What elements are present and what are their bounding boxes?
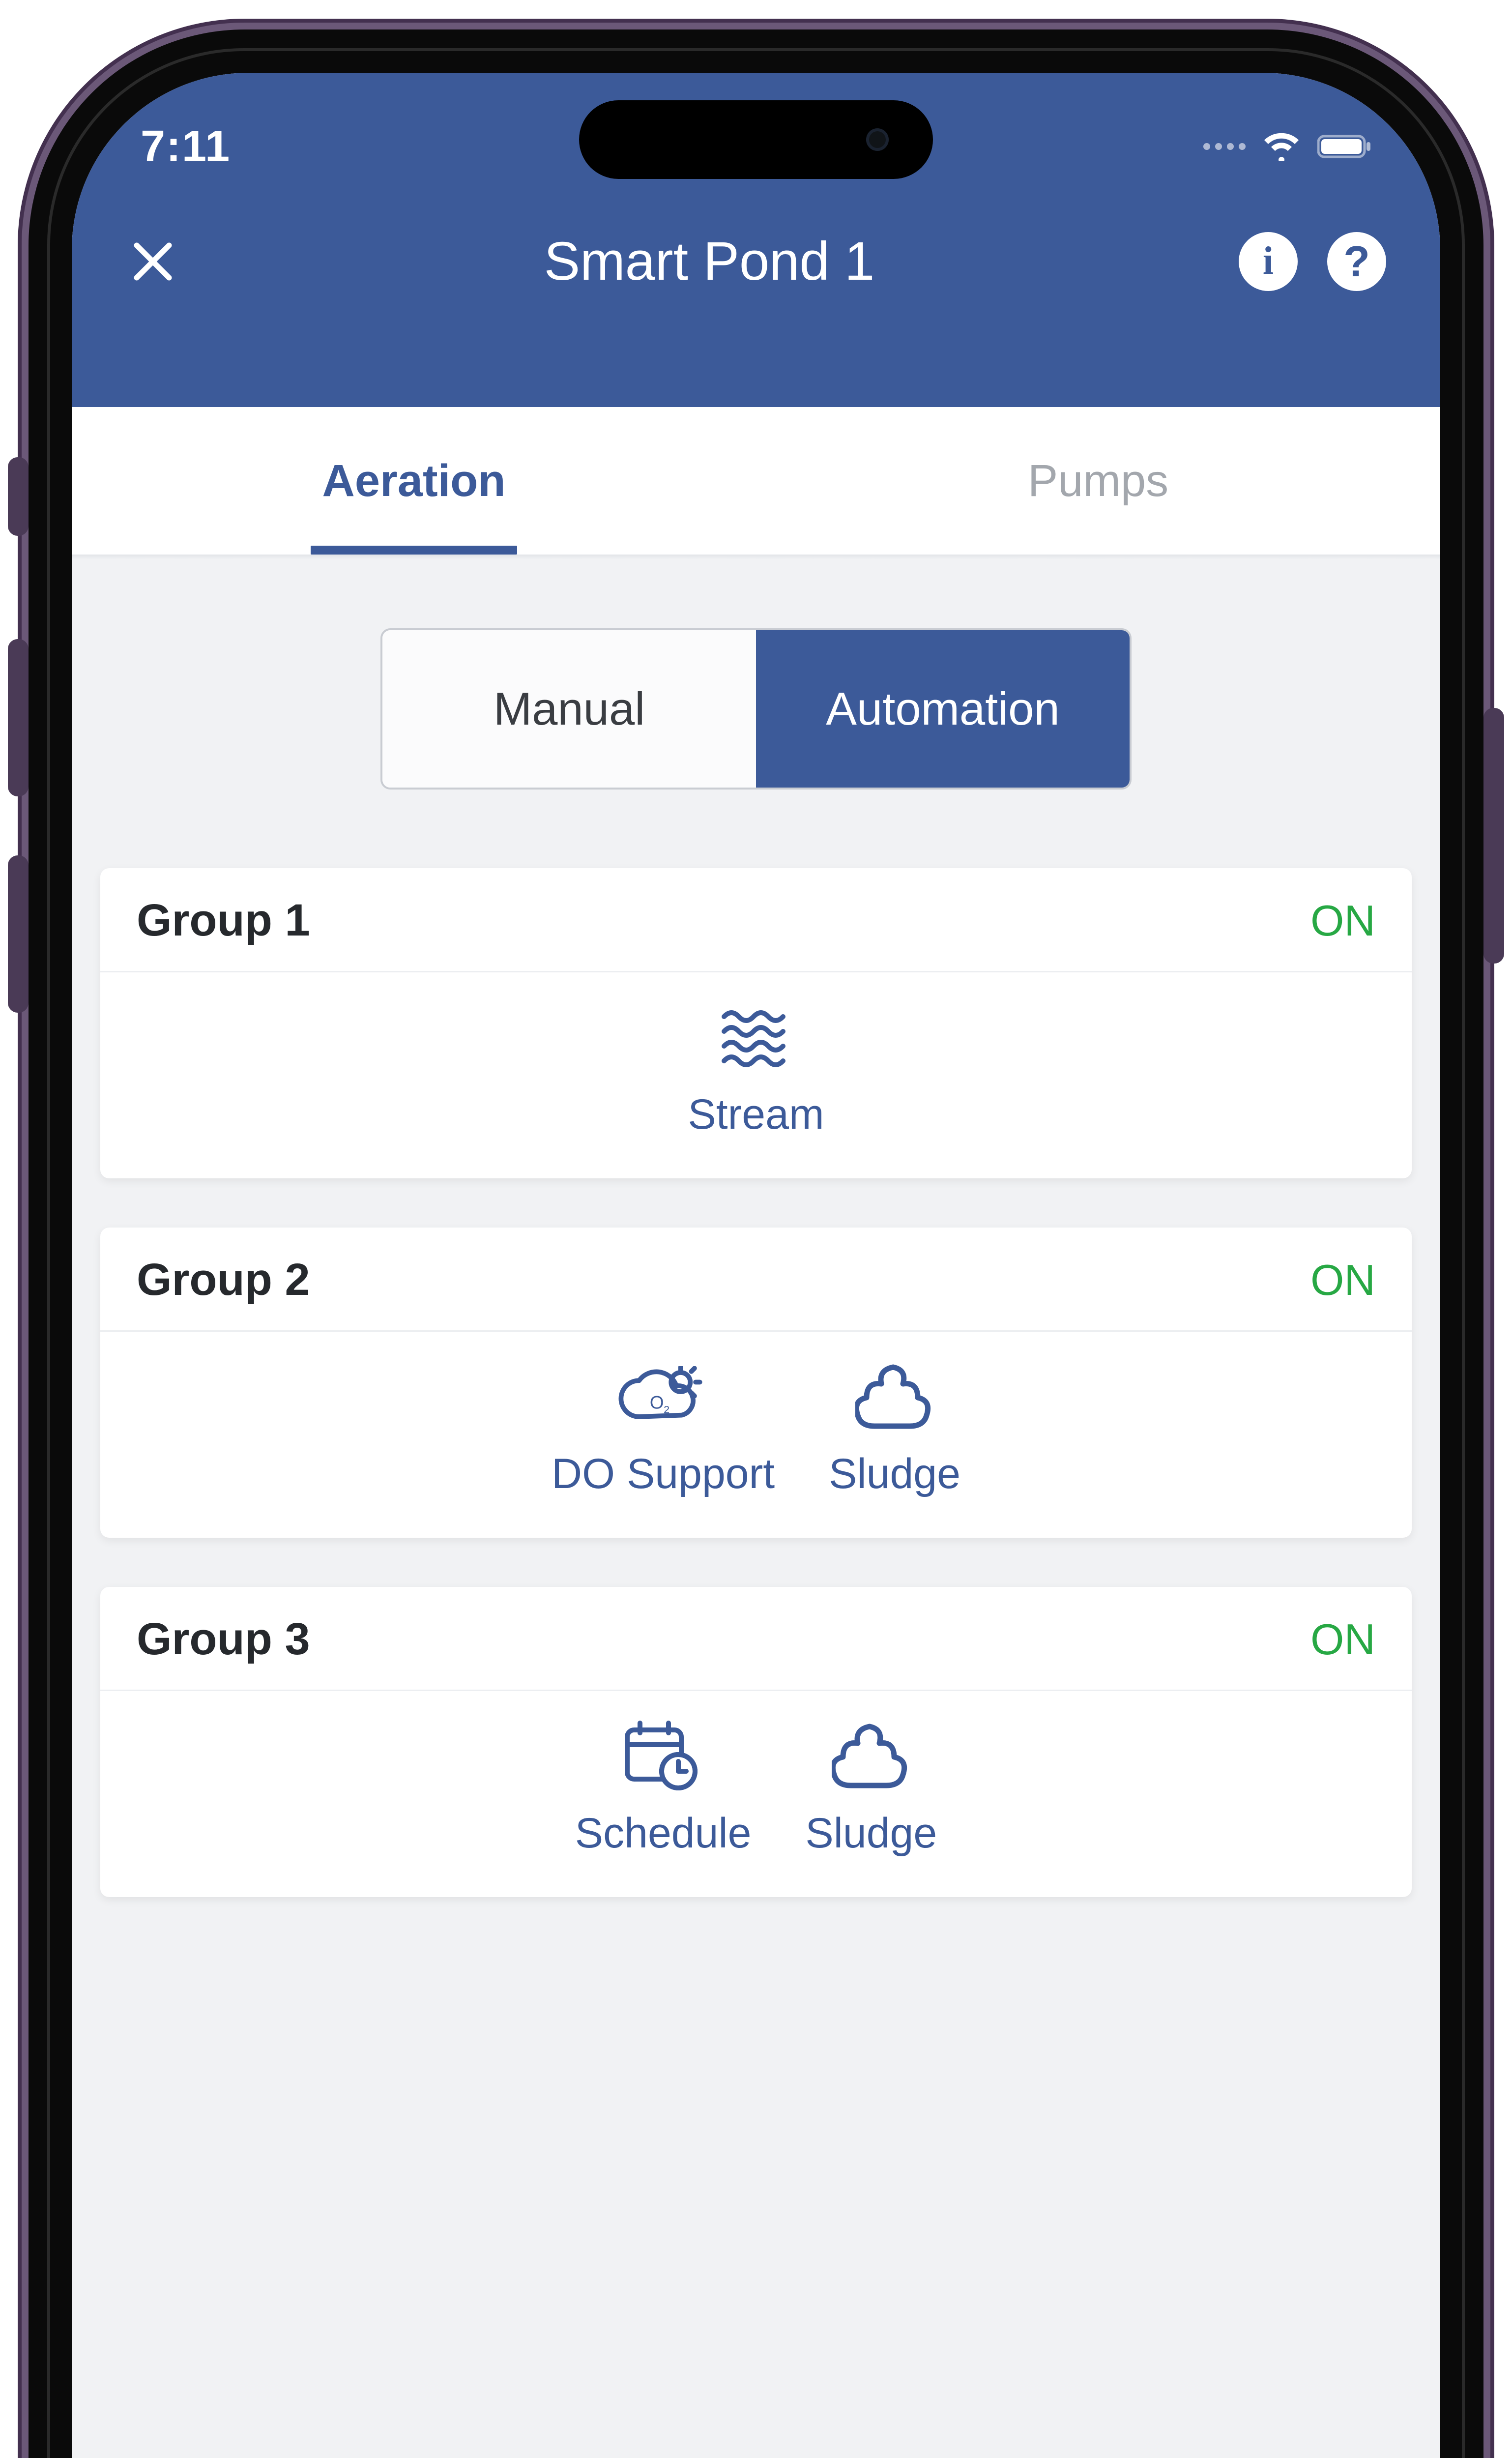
wifi-icon (1262, 132, 1301, 161)
side-button (8, 457, 29, 536)
tab-aeration[interactable]: Aeration (72, 407, 756, 555)
group-status: ON (1310, 1614, 1375, 1665)
feature-label: Sludge (829, 1450, 960, 1498)
group-name: Group 3 (137, 1613, 310, 1665)
feature-label: Schedule (575, 1809, 752, 1858)
side-button (8, 639, 29, 796)
sludge-icon (832, 1721, 910, 1794)
stream-icon (709, 1002, 803, 1076)
clock: 7:11 (141, 121, 231, 172)
feature-do-support[interactable]: DO Support (552, 1361, 775, 1498)
dynamic-island (579, 100, 933, 179)
side-button (1483, 708, 1504, 964)
tab-pumps[interactable]: Pumps (756, 407, 1440, 555)
group-card[interactable]: Group 1 ON Stream (100, 868, 1412, 1178)
feature-schedule[interactable]: Schedule (575, 1721, 752, 1858)
page-title: Smart Pond 1 (544, 230, 875, 293)
side-button (8, 855, 29, 1013)
battery-icon (1317, 133, 1371, 160)
cellular-icon (1203, 143, 1246, 150)
feature-sludge[interactable]: Sludge (805, 1721, 937, 1858)
group-card[interactable]: Group 2 ON DO Support (100, 1228, 1412, 1538)
phone-frame: 7:11 Smart Pond 1 (29, 29, 1483, 2458)
feature-sludge[interactable]: Sludge (829, 1361, 960, 1498)
schedule-icon (619, 1721, 707, 1794)
group-card[interactable]: Group 3 ON Schedule (100, 1587, 1412, 1897)
feature-stream[interactable]: Stream (688, 1002, 824, 1139)
mode-segmented: Manual Automation (380, 628, 1132, 790)
section-tabs: Aeration Pumps (72, 407, 1440, 555)
do-support-icon (616, 1361, 710, 1435)
group-name: Group 2 (137, 1254, 310, 1306)
close-button[interactable] (126, 234, 180, 289)
group-name: Group 1 (137, 895, 310, 946)
group-status: ON (1310, 896, 1375, 946)
mode-automation-button[interactable]: Automation (756, 630, 1130, 788)
mode-manual-button[interactable]: Manual (382, 630, 756, 788)
help-button[interactable]: ? (1327, 232, 1386, 291)
feature-label: Stream (688, 1090, 824, 1139)
sludge-icon (855, 1361, 934, 1435)
feature-label: Sludge (805, 1809, 937, 1858)
group-status: ON (1310, 1255, 1375, 1305)
feature-label: DO Support (552, 1450, 775, 1498)
info-button[interactable]: i (1239, 232, 1298, 291)
